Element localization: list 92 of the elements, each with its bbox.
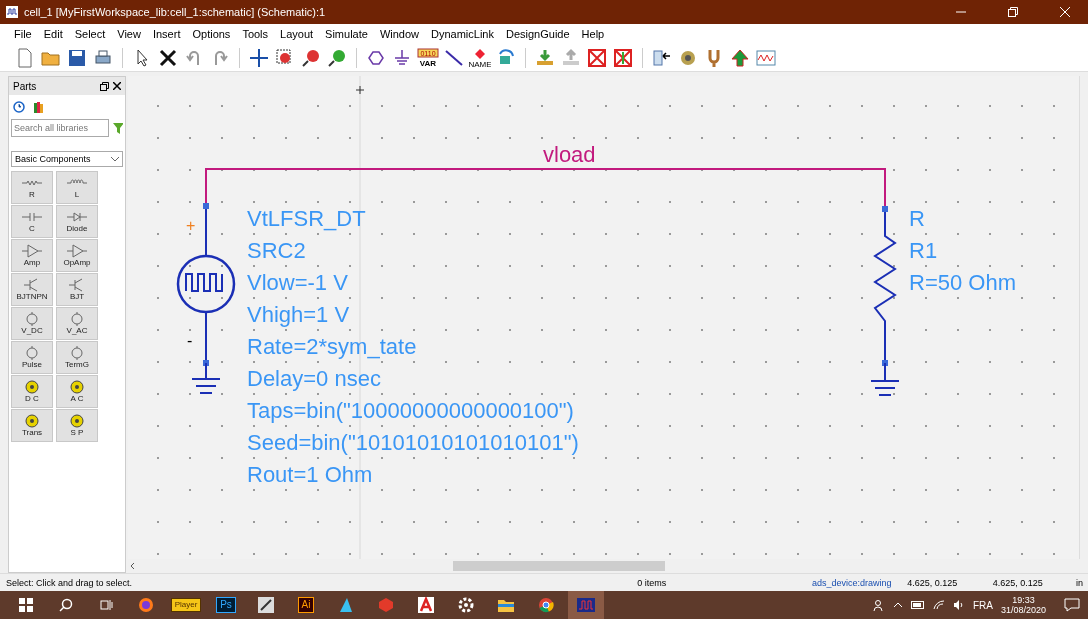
part-button[interactable]: R [11,171,53,204]
menu-item[interactable]: Help [575,28,611,40]
part-button[interactable]: A C [56,375,98,408]
wifi-icon[interactable] [932,600,945,610]
part-button[interactable]: Pulse [11,341,53,374]
books-icon[interactable] [33,101,45,113]
plus-sign: + [186,218,196,234]
browser-taskbar-icon[interactable] [538,597,554,613]
restore-icon[interactable] [1008,7,1018,17]
part-button[interactable]: V_DC [11,307,53,340]
clock[interactable]: 19:33 31/08/2020 [1000,595,1046,615]
ground-symbol [191,362,221,394]
component-parameter: R=50 Ohm [909,272,1016,294]
diode-symbol-icon [66,210,88,224]
menu-item[interactable]: Layout [274,28,320,40]
panel-title: Parts [13,80,38,92]
menu-item[interactable]: DesignGuide [500,28,576,40]
component-parameter: R1 [909,240,938,262]
chevron-up-icon[interactable] [892,602,903,608]
component-parameter: VtLFSR_DT [247,208,366,230]
name-button[interactable]: NAME [469,46,491,69]
deactivate-icon[interactable] [586,46,608,69]
component-parameter: Rate=2*sym_tate [247,336,417,358]
ground-symbol [870,362,900,396]
window-title: cell_1 [MyFirstWorkspace_lib:cell_1:schematic] (Schematic):1 [24,6,327,18]
menu-item[interactable]: Select [68,28,112,40]
component-parameter: Delay=0 nsec [247,368,381,390]
component-parameter: Vlow=-1 V [247,272,348,294]
part-button[interactable]: TermG [56,341,98,374]
short-icon[interactable] [612,46,634,69]
amplifier-symbol-icon [66,244,88,258]
clock-icon[interactable] [13,101,25,113]
menu-item[interactable]: Simulate [319,28,374,40]
filter-icon[interactable] [113,122,123,134]
float-icon[interactable] [100,81,109,91]
origin-marker-icon [355,85,365,95]
menu-item[interactable]: Options [186,28,237,40]
part-button[interactable]: BJTNPN [11,273,53,306]
minus-sign: - [187,333,193,349]
part-button[interactable]: BJT [56,273,98,306]
app-taskbar-icon[interactable] [338,597,354,613]
status-items: 0 items [636,577,668,588]
menu-item[interactable]: Insert [146,28,187,40]
illustrator-taskbar-icon[interactable]: Ai [297,597,315,613]
people-icon[interactable] [872,599,885,611]
app-logo-icon [6,6,18,18]
notifications-icon[interactable] [1064,598,1080,612]
component-parameter: Taps=bin("10000000000000100") [247,400,574,422]
search-icon[interactable] [59,598,73,612]
photo-editor-taskbar-icon[interactable]: Ps [216,597,236,613]
part-button[interactable]: C [11,205,53,238]
speaker-icon[interactable] [952,600,965,610]
status-coordinates: 4.625, 0.125 [906,577,959,588]
component-parameter: Vhigh=1 V [247,304,350,326]
part-button[interactable]: L [56,171,98,204]
net-label: vload [543,144,596,166]
menu-item[interactable]: View [111,28,147,40]
amplifier-symbol-icon [21,244,43,258]
part-button[interactable]: S P [56,409,98,442]
component-parameter: SRC2 [247,240,306,262]
search-field[interactable]: Search all libraries [11,119,109,137]
menu-item[interactable]: File [8,28,38,40]
menu-item[interactable]: Tools [236,28,275,40]
part-button[interactable]: Diode [56,205,98,238]
app-taskbar-icon[interactable] [258,597,274,613]
status-units: in [1075,577,1085,588]
part-button[interactable]: V_AC [56,307,98,340]
app-taskbar-icon[interactable] [418,597,434,613]
menu-item[interactable]: DynamicLink [425,28,500,40]
status-layer: ads_device:drawing [810,577,893,588]
task-view-icon[interactable] [99,598,113,612]
component-parameter: Seed=bin("10101010101010101") [247,432,579,454]
component-parameter: Rout=1 Ohm [247,464,373,486]
status-coordinates: 4.625, 0.125 [991,577,1044,588]
part-button[interactable]: Amp [11,239,53,272]
part-button[interactable]: Trans [11,409,53,442]
component-parameter: R [909,208,925,230]
library-dropdown[interactable]: Basic Components [11,151,123,167]
battery-icon[interactable] [910,601,925,609]
capacitor-symbol-icon [21,210,43,224]
language-indicator[interactable]: FRA [972,599,993,611]
status-hint: Select: Click and drag to select. [5,577,134,588]
menu-item[interactable]: Window [373,28,425,40]
part-button[interactable]: D C [11,375,53,408]
move-icon[interactable] [248,46,270,69]
folder-taskbar-icon[interactable] [498,598,514,612]
chevron-down-icon[interactable] [111,156,119,162]
windows-logo-icon[interactable] [19,598,33,612]
close-icon[interactable] [113,82,121,90]
part-button[interactable]: OpAmp [56,239,98,272]
menu-item[interactable]: Edit [37,28,69,40]
player-taskbar-icon[interactable]: Player [170,598,202,612]
